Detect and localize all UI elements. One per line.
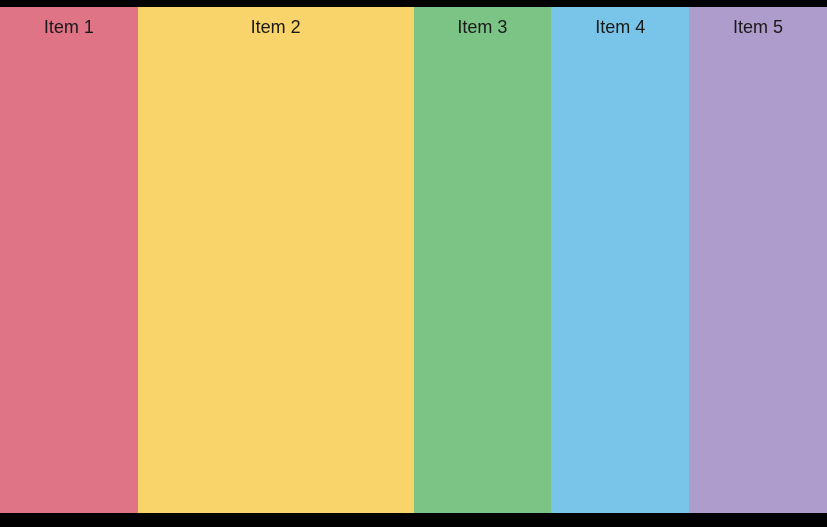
flex-item-3: Item 3 — [414, 7, 552, 513]
item-label: Item 4 — [595, 17, 645, 37]
item-label: Item 3 — [457, 17, 507, 37]
flex-item-5: Item 5 — [689, 7, 827, 513]
item-label: Item 1 — [44, 17, 94, 37]
flex-item-1: Item 1 — [0, 7, 138, 513]
item-label: Item 5 — [733, 17, 783, 37]
flex-item-4: Item 4 — [551, 7, 689, 513]
flex-item-2: Item 2 — [138, 7, 414, 513]
flex-container: Item 1 Item 2 Item 3 Item 4 Item 5 — [0, 7, 827, 513]
item-label: Item 2 — [251, 17, 301, 37]
